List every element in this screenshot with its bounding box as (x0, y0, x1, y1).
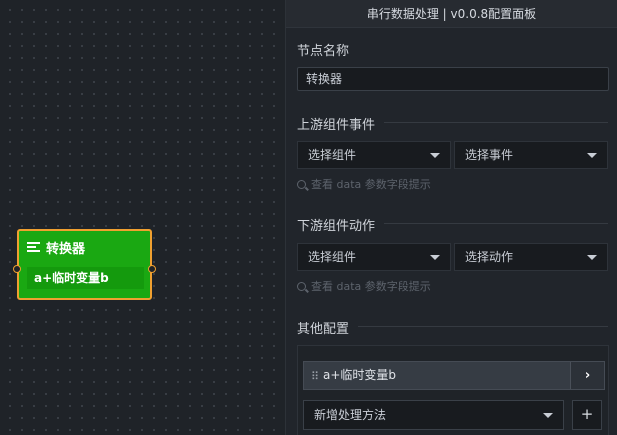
node-title: 转换器 (46, 241, 86, 257)
add-method-select[interactable]: 新增处理方法 (303, 400, 564, 430)
other-config-section-title: 其他配置 (297, 322, 350, 337)
list-icon (27, 241, 40, 253)
upstream-hint-text: 查看 data 参数字段提示 (311, 178, 431, 191)
chevron-down-icon (587, 255, 597, 260)
node-name-input[interactable]: 转换器 (297, 67, 609, 91)
chevron-down-icon (587, 153, 597, 158)
process-method-box: ⠿ a+临时变量b › 新增处理方法 + (297, 345, 609, 435)
converter-node[interactable]: 转换器 a+临时变量b (13, 229, 156, 300)
add-method-button[interactable]: + (572, 400, 602, 430)
chevron-down-icon (430, 255, 440, 260)
downstream-component-select-value: 选择组件 (308, 250, 357, 264)
upstream-component-select[interactable]: 选择组件 (297, 141, 451, 169)
upstream-event-select[interactable]: 选择事件 (454, 141, 608, 169)
section-divider (384, 223, 608, 224)
section-divider (358, 326, 608, 327)
expand-button[interactable]: › (570, 362, 604, 389)
config-panel: 串行数据处理 | v0.0.8配置面板 节点名称 转换器 上游组件事件 选择组件… (285, 0, 617, 435)
add-method-select-value: 新增处理方法 (314, 408, 387, 422)
process-method-label: a+临时变量b (323, 368, 397, 382)
panel-title: 串行数据处理 | v0.0.8配置面板 (286, 0, 617, 28)
upstream-section-title: 上游组件事件 (297, 118, 376, 133)
upstream-data-hint[interactable]: 查看 data 参数字段提示 (297, 176, 431, 192)
section-divider (384, 122, 608, 123)
downstream-component-select[interactable]: 选择组件 (297, 243, 451, 271)
downstream-data-hint[interactable]: 查看 data 参数字段提示 (297, 278, 431, 294)
downstream-action-select[interactable]: 选择动作 (454, 243, 608, 271)
input-port[interactable] (13, 265, 21, 273)
upstream-component-select-value: 选择组件 (308, 148, 357, 162)
chevron-down-icon (430, 153, 440, 158)
downstream-hint-text: 查看 data 参数字段提示 (311, 280, 431, 293)
downstream-section-title: 下游组件动作 (297, 219, 376, 234)
search-icon (297, 281, 306, 291)
flow-canvas[interactable]: 转换器 a+临时变量b (0, 0, 285, 435)
downstream-action-select-value: 选择动作 (465, 250, 514, 264)
chevron-down-icon (543, 413, 553, 418)
search-icon (297, 179, 306, 189)
drag-handle-icon[interactable]: ⠿ (311, 370, 319, 383)
upstream-event-select-value: 选择事件 (465, 148, 514, 162)
node-header: 转换器 (27, 237, 85, 257)
output-port[interactable] (148, 265, 156, 273)
process-method-item[interactable]: ⠿ a+临时变量b › (303, 361, 605, 390)
node-process-item: a+临时变量b (27, 267, 144, 289)
node-name-label: 节点名称 (297, 44, 350, 59)
